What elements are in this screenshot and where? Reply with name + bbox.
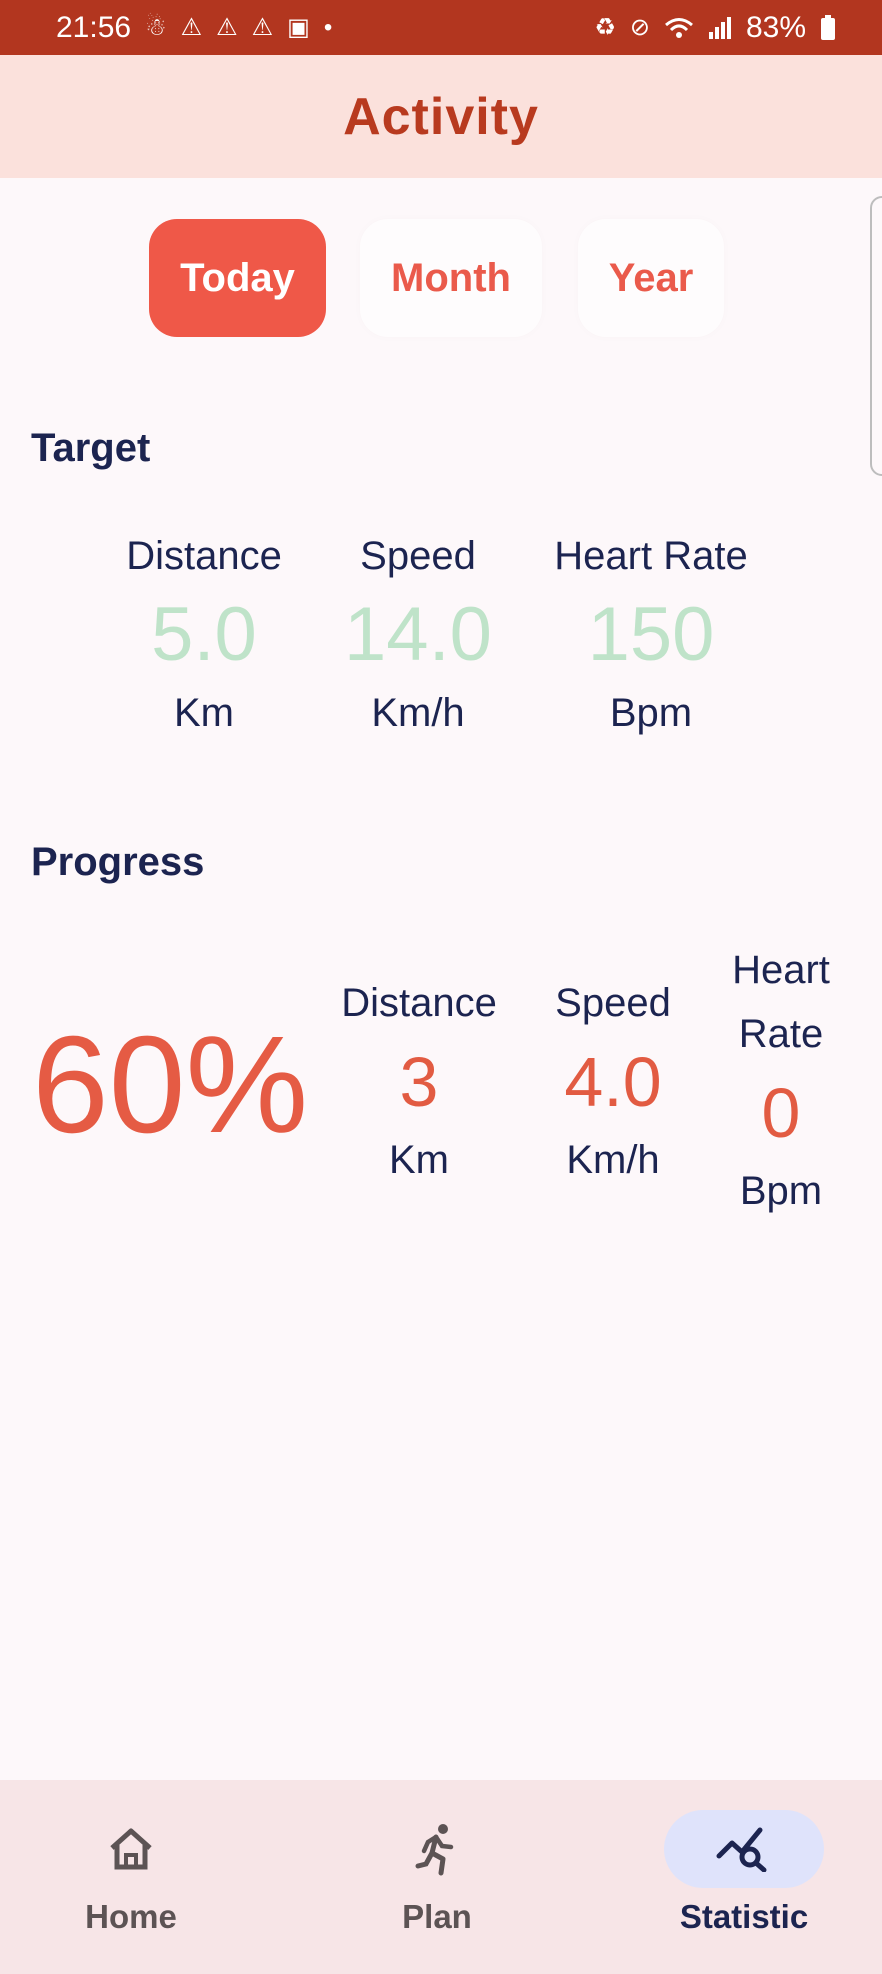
- progress-distance-value: 3: [399, 1043, 439, 1121]
- target-distance: Distance 5.0 Km: [104, 524, 304, 744]
- progress-heart-rate-value: 0: [761, 1074, 801, 1152]
- progress-heart-rate: Heart Rate 0 Bpm: [710, 938, 852, 1222]
- nav-item-statistic[interactable]: Statistic: [634, 1810, 854, 1960]
- target-heart-rate-label: Heart Rate: [554, 534, 748, 578]
- target-speed-unit: Km/h: [371, 691, 465, 735]
- wifi-icon: [664, 17, 693, 38]
- nav-statistic-label: Statistic: [679, 1898, 809, 1935]
- progress-speed: Speed 4.0 Km/h: [534, 971, 692, 1191]
- bottom-navigation: Home Plan Statistic: [0, 1780, 882, 1974]
- progress-heart-rate-label-line1: Heart: [732, 948, 830, 992]
- battery-icon: [821, 14, 835, 40]
- dot-icon: •: [323, 13, 333, 41]
- target-distance-label: Distance: [126, 534, 282, 578]
- progress-distance-unit: Km: [389, 1138, 449, 1182]
- warning-icon: ⚠: [216, 13, 238, 41]
- status-left: 21:56 ☃ ⚠ ⚠ ⚠ ▣ •: [56, 11, 332, 45]
- target-heart-rate: Heart Rate 150 Bpm: [531, 524, 771, 744]
- nav-home-icon-container: [51, 1810, 211, 1888]
- target-distance-unit: Km: [174, 691, 234, 735]
- status-bar: 21:56 ☃ ⚠ ⚠ ⚠ ▣ • ♻ ⊘ 83%: [0, 0, 882, 55]
- progress-percent: 60%: [32, 1008, 309, 1162]
- target-section-title: Target: [31, 426, 151, 470]
- mute-icon: ⊘: [629, 13, 650, 41]
- nav-plan-icon-container: [357, 1810, 517, 1888]
- progress-heart-rate-label-line2: Rate: [738, 1012, 824, 1056]
- progress-heart-rate-unit: Bpm: [739, 1169, 823, 1213]
- battery-percent: 83%: [745, 10, 806, 44]
- statistic-icon: [716, 1827, 767, 1872]
- home-icon: [110, 1828, 152, 1870]
- target-speed-label: Speed: [360, 534, 476, 578]
- status-time: 21:56: [56, 10, 132, 44]
- nav-item-home[interactable]: Home: [21, 1810, 241, 1960]
- progress-section-title: Progress: [31, 840, 205, 884]
- period-tabs: Today Month Year: [0, 219, 882, 337]
- status-right: ♻ ⊘ 83%: [594, 11, 836, 45]
- nav-home-label: Home: [85, 1898, 177, 1935]
- target-speed-value: 14.0: [344, 592, 492, 677]
- tab-today[interactable]: Today: [149, 219, 326, 337]
- running-icon: [415, 1824, 454, 1876]
- warning-icon: ⚠: [251, 13, 274, 41]
- nav-statistic-icon-container: [664, 1810, 824, 1888]
- progress-distance-label: Distance: [341, 981, 497, 1025]
- target-distance-value: 5.0: [151, 592, 257, 677]
- target-speed: Speed 14.0 Km/h: [327, 524, 509, 744]
- notification-icon: ☃: [145, 13, 167, 41]
- app-bar: Activity: [0, 55, 882, 178]
- page-title: Activity: [343, 87, 539, 146]
- nav-plan-label: Plan: [402, 1898, 472, 1935]
- signal-icon: [708, 16, 731, 39]
- tab-month[interactable]: Month: [360, 219, 542, 337]
- tab-year[interactable]: Year: [578, 219, 724, 337]
- progress-speed-label: Speed: [555, 981, 671, 1025]
- battery-saver-icon: ♻: [594, 13, 616, 41]
- progress-distance: Distance 3 Km: [322, 971, 516, 1191]
- camera-icon: ▣: [287, 13, 310, 41]
- warning-icon: ⚠: [180, 13, 203, 41]
- progress-speed-unit: Km/h: [566, 1138, 660, 1182]
- nav-item-plan[interactable]: Plan: [327, 1810, 547, 1960]
- target-heart-rate-unit: Bpm: [609, 691, 693, 735]
- target-heart-rate-value: 150: [587, 592, 715, 677]
- progress-speed-value: 4.0: [564, 1043, 662, 1121]
